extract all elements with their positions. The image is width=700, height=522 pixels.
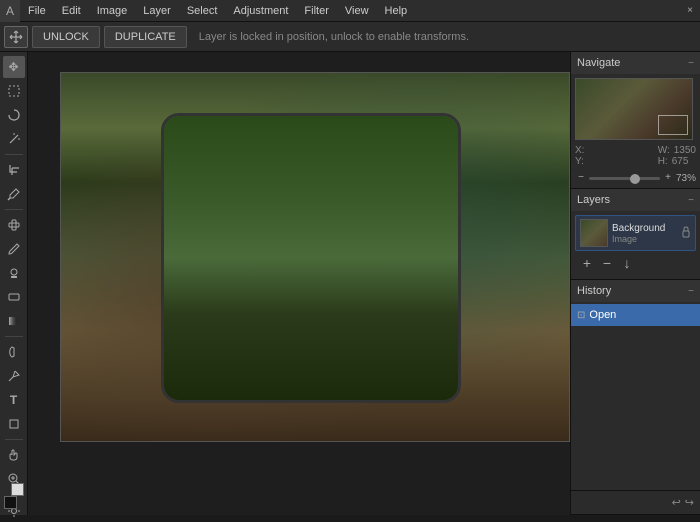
- brush-tool[interactable]: [3, 238, 25, 260]
- zoom-slider[interactable]: [589, 177, 660, 180]
- close-button[interactable]: ×: [680, 0, 700, 22]
- zoom-thumb: [630, 174, 640, 184]
- toolbar-message: Layer is locked in position, unlock to e…: [191, 31, 469, 43]
- layer-type: Image: [612, 234, 677, 244]
- remove-layer-button[interactable]: −: [599, 255, 615, 271]
- history-content: ⊡ Open: [571, 302, 700, 490]
- menu-select[interactable]: Select: [179, 0, 226, 22]
- layer-thumb-image: [581, 220, 607, 246]
- tool-separator-3: [5, 336, 23, 337]
- coord-xy: X: Y:: [575, 145, 588, 167]
- menu-edit[interactable]: Edit: [54, 0, 89, 22]
- type-tool[interactable]: T: [3, 389, 25, 411]
- hand-tool[interactable]: [3, 444, 25, 466]
- zoom-row: − + 73%: [575, 172, 696, 184]
- move-tool[interactable]: ✥: [3, 56, 25, 78]
- canvas-image: [60, 72, 570, 442]
- navigate-section: Navigate − X: Y:: [571, 52, 700, 189]
- main-layout: ✥: [0, 52, 700, 515]
- h-value: 675: [672, 156, 689, 167]
- right-panel: Navigate − X: Y:: [570, 52, 700, 515]
- layers-title: Layers: [577, 194, 610, 206]
- zoom-plus-button[interactable]: +: [662, 172, 674, 184]
- navigate-collapse-icon: −: [688, 58, 694, 69]
- add-layer-button[interactable]: +: [579, 255, 595, 271]
- tool-separator-2: [5, 209, 23, 210]
- menu-adjustment[interactable]: Adjustment: [225, 0, 296, 22]
- layer-name: Background: [612, 223, 677, 234]
- crop-tool[interactable]: [3, 159, 25, 181]
- zoom-percentage: 73%: [676, 173, 696, 184]
- pen-tool[interactable]: [3, 365, 25, 387]
- lock-icon: [681, 226, 691, 241]
- stamp-tool[interactable]: [3, 262, 25, 284]
- history-item-open[interactable]: ⊡ Open: [571, 304, 700, 326]
- history-undo-button[interactable]: ↩: [672, 496, 681, 509]
- history-redo-button[interactable]: ↪: [685, 496, 694, 509]
- menu-view[interactable]: View: [337, 0, 377, 22]
- phone-screen: [161, 113, 461, 403]
- eraser-tool[interactable]: [3, 286, 25, 308]
- wand-tool[interactable]: [3, 128, 25, 150]
- move-icon-svg: [9, 30, 23, 44]
- tool-separator-1: [5, 154, 23, 155]
- move-layer-button[interactable]: ↓: [619, 255, 635, 271]
- layers-footer-buttons: + − ↓: [579, 255, 635, 271]
- history-header[interactable]: History −: [571, 280, 700, 302]
- canvas-area[interactable]: [28, 52, 570, 515]
- gradient-tool[interactable]: [3, 310, 25, 332]
- x-label: X:: [575, 145, 584, 156]
- navigate-content: X: Y: W: 1350: [571, 74, 700, 188]
- w-label: W:: [658, 145, 670, 156]
- h-label: H:: [658, 156, 668, 167]
- navigate-thumbnail[interactable]: [575, 78, 693, 140]
- unlock-button[interactable]: UNLOCK: [32, 26, 100, 48]
- layers-content: Background Image + − ↓: [571, 211, 700, 279]
- history-open-icon: ⊡: [577, 310, 585, 321]
- history-footer: ↩ ↪: [571, 490, 700, 514]
- layer-info: Background Image: [612, 223, 677, 244]
- duplicate-button[interactable]: DUPLICATE: [104, 26, 187, 48]
- phone-screen-content: [164, 116, 458, 400]
- eyedropper-tool[interactable]: [3, 183, 25, 205]
- dodge-tool[interactable]: [3, 341, 25, 363]
- y-label: Y:: [575, 156, 584, 167]
- menu-image[interactable]: Image: [89, 0, 136, 22]
- menu-bar: A File Edit Image Layer Select Adjustmen…: [0, 0, 700, 22]
- layer-item[interactable]: Background Image: [575, 215, 696, 251]
- coord-wh: W: 1350 H: 675: [658, 145, 696, 167]
- history-section: History − ⊡ Open ↩ ↪: [571, 280, 700, 515]
- shape-tool[interactable]: [3, 413, 25, 435]
- menu-layer[interactable]: Layer: [135, 0, 179, 22]
- layer-thumbnail: [580, 219, 608, 247]
- history-collapse-icon: −: [688, 286, 694, 297]
- move-tool-icon[interactable]: [4, 26, 28, 48]
- tool-separator-4: [5, 439, 23, 440]
- history-title: History: [577, 285, 611, 297]
- marquee-tool[interactable]: [3, 80, 25, 102]
- layers-header[interactable]: Layers −: [571, 189, 700, 211]
- menu-items: File Edit Image Layer Select Adjustment …: [20, 0, 415, 22]
- menu-file[interactable]: File: [20, 0, 54, 22]
- menu-help[interactable]: Help: [377, 0, 416, 22]
- navigate-title: Navigate: [577, 57, 620, 69]
- layers-footer: + − ↓: [575, 251, 696, 275]
- zoom-minus-button[interactable]: −: [575, 172, 587, 184]
- hands-overlay: [61, 441, 569, 442]
- w-value: 1350: [674, 145, 696, 156]
- menu-filter[interactable]: Filter: [296, 0, 336, 22]
- healing-tool[interactable]: [3, 214, 25, 236]
- layers-section: Layers − Background Image: [571, 189, 700, 280]
- layers-collapse-icon: −: [688, 195, 694, 206]
- window-controls: ×: [680, 0, 700, 22]
- toolbar: UNLOCK DUPLICATE Layer is locked in posi…: [0, 22, 700, 52]
- history-item-label: Open: [589, 309, 616, 321]
- navigate-header[interactable]: Navigate −: [571, 52, 700, 74]
- left-toolbar: ✥: [0, 52, 28, 515]
- app-icon: A: [0, 0, 20, 22]
- lasso-tool[interactable]: [3, 104, 25, 126]
